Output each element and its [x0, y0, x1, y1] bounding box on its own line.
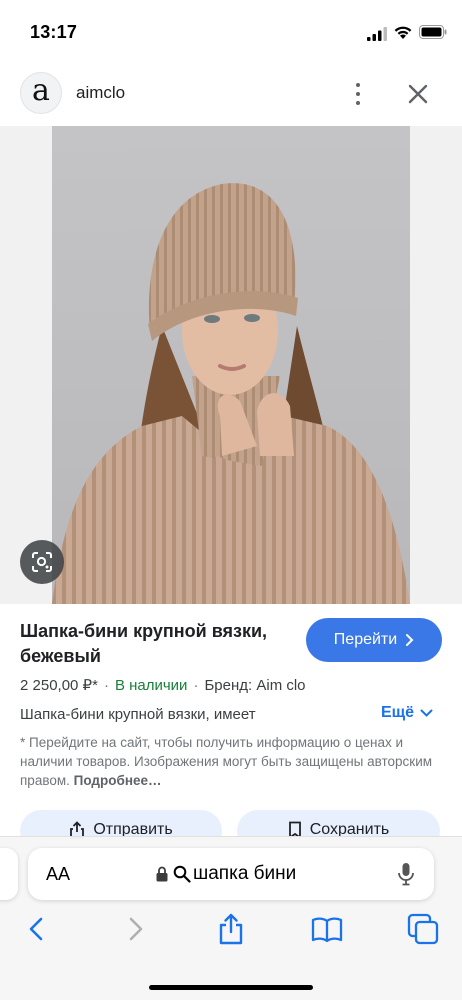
- availability-badge: В наличии: [114, 677, 188, 694]
- battery-icon: [419, 25, 447, 39]
- chevron-right-icon: [406, 634, 414, 646]
- expand-more-link[interactable]: Ещё: [381, 704, 433, 722]
- site-header: a aimclo: [0, 70, 462, 120]
- page: 13:17 a aimclo Шапка-бини крупной вязки,…: [0, 0, 462, 1000]
- wifi-icon: [394, 26, 412, 39]
- more-vert-icon[interactable]: [346, 80, 370, 108]
- product-photo[interactable]: [52, 126, 410, 604]
- previous-tab-edge[interactable]: [0, 848, 18, 900]
- signal-icon: [367, 27, 387, 41]
- lock-icon: [156, 866, 168, 882]
- learn-more-link[interactable]: Подробнее…: [74, 773, 162, 788]
- image-preview: [0, 126, 462, 604]
- meta-separator: ·: [193, 677, 199, 694]
- product-meta: 2 250,00 ₽* · В наличии · Бренд: Aim clo: [20, 676, 306, 694]
- browser-toolbar: AA шапка бини: [0, 836, 462, 1000]
- close-icon[interactable]: [404, 80, 432, 108]
- tabs-icon[interactable]: [406, 912, 440, 946]
- product-description: Шапка-бини крупной вязки, имеет: [20, 706, 256, 723]
- status-time: 13:17: [30, 22, 78, 42]
- product-brand: Бренд: Aim clo: [204, 677, 306, 694]
- expand-more-label: Ещё: [381, 704, 415, 721]
- bookmarks-icon[interactable]: [310, 912, 344, 946]
- search-icon: [173, 865, 191, 883]
- share-icon[interactable]: [214, 912, 248, 946]
- address-bar[interactable]: AA шапка бини: [28, 848, 434, 900]
- visit-button[interactable]: Перейти: [306, 618, 442, 662]
- meta-separator: ·: [103, 677, 109, 694]
- site-logo[interactable]: a: [20, 72, 62, 114]
- product-title[interactable]: Шапка-бини крупной вязки, бежевый: [20, 619, 295, 669]
- mic-icon[interactable]: [397, 862, 415, 886]
- back-icon[interactable]: [20, 912, 54, 946]
- forward-icon[interactable]: [118, 912, 152, 946]
- text-size-button[interactable]: AA: [46, 864, 70, 885]
- home-indicator[interactable]: [149, 985, 313, 990]
- lens-icon[interactable]: [20, 540, 64, 584]
- disclaimer-note: * Перейдите на сайт, чтобы получить инфо…: [20, 733, 440, 790]
- visit-button-label: Перейти: [333, 631, 398, 648]
- site-name[interactable]: aimclo: [76, 83, 125, 103]
- product-price: 2 250,00 ₽*: [20, 677, 98, 694]
- status-bar: 13:17: [0, 0, 462, 64]
- search-query[interactable]: шапка бини: [193, 863, 296, 885]
- chevron-down-icon: [420, 709, 433, 717]
